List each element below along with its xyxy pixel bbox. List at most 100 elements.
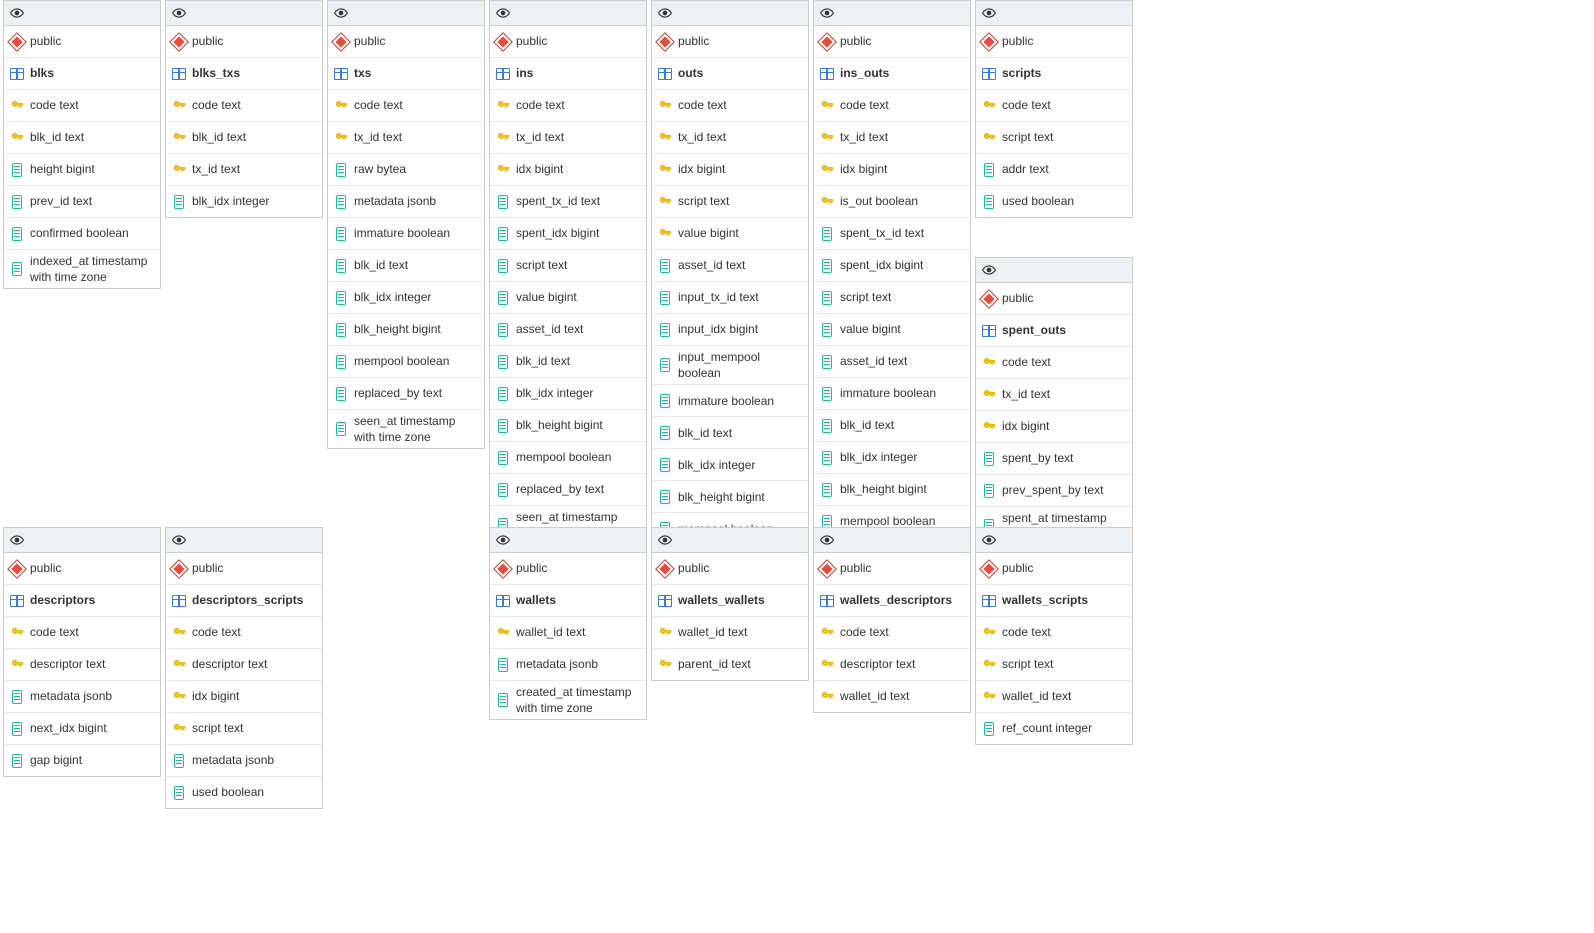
schema-row[interactable]: public (328, 26, 484, 58)
schema-row[interactable]: public (814, 553, 970, 585)
column-row[interactable]: asset_id text (652, 250, 808, 282)
column-row[interactable]: parent_id text (652, 649, 808, 680)
column-row[interactable]: idx bigint (814, 154, 970, 186)
table-blks[interactable]: publicblkscode textblk_id textheight big… (3, 0, 161, 289)
column-row[interactable]: blk_id text (490, 346, 646, 378)
table-name-row[interactable]: descriptors (4, 585, 160, 617)
column-row[interactable]: spent_idx bigint (490, 218, 646, 250)
column-row[interactable]: blk_idx integer (814, 442, 970, 474)
column-row[interactable]: code text (490, 90, 646, 122)
column-row[interactable]: blk_id text (166, 122, 322, 154)
column-row[interactable]: blk_id text (652, 417, 808, 449)
table-ins_outs[interactable]: publicins_outscode texttx_id textidx big… (813, 0, 971, 609)
column-row[interactable]: mempool boolean (328, 346, 484, 378)
table-header[interactable] (814, 528, 970, 553)
table-header[interactable] (652, 1, 808, 26)
table-wallets_descriptors[interactable]: publicwallets_descriptorscode textdescri… (813, 527, 971, 713)
table-header[interactable] (328, 1, 484, 26)
schema-row[interactable]: public (976, 553, 1132, 585)
column-row[interactable]: height bigint (4, 154, 160, 186)
table-header[interactable] (4, 528, 160, 553)
table-name-row[interactable]: outs (652, 58, 808, 90)
column-row[interactable]: blk_height bigint (328, 314, 484, 346)
column-row[interactable]: prev_spent_by text (976, 475, 1132, 507)
table-name-row[interactable]: txs (328, 58, 484, 90)
table-descriptors_scripts[interactable]: publicdescriptors_scriptscode textdescri… (165, 527, 323, 809)
table-name-row[interactable]: spent_outs (976, 315, 1132, 347)
column-row[interactable]: code text (4, 617, 160, 649)
column-row[interactable]: replaced_by text (490, 474, 646, 506)
table-name-row[interactable]: blks_txs (166, 58, 322, 90)
column-row[interactable]: created_at timestamp with time zone (490, 681, 646, 719)
table-name-row[interactable]: wallets_scripts (976, 585, 1132, 617)
column-row[interactable]: next_idx bigint (4, 713, 160, 745)
column-row[interactable]: input_idx bigint (652, 314, 808, 346)
table-outs[interactable]: publicoutscode texttx_id textidx bigints… (651, 0, 809, 617)
table-header[interactable] (4, 1, 160, 26)
table-blks_txs[interactable]: publicblks_txscode textblk_id texttx_id … (165, 0, 323, 218)
column-row[interactable]: code text (976, 90, 1132, 122)
column-row[interactable]: code text (976, 347, 1132, 379)
table-name-row[interactable]: scripts (976, 58, 1132, 90)
column-row[interactable]: raw bytea (328, 154, 484, 186)
column-row[interactable]: blk_id text (814, 410, 970, 442)
table-spent_outs[interactable]: publicspent_outscode texttx_id textidx b… (975, 257, 1133, 546)
column-row[interactable]: value bigint (814, 314, 970, 346)
column-row[interactable]: metadata jsonb (490, 649, 646, 681)
column-row[interactable]: idx bigint (166, 681, 322, 713)
column-row[interactable]: spent_by text (976, 443, 1132, 475)
schema-row[interactable]: public (4, 553, 160, 585)
column-row[interactable]: script text (976, 122, 1132, 154)
table-header[interactable] (652, 528, 808, 553)
column-row[interactable]: mempool boolean (490, 442, 646, 474)
table-txs[interactable]: publictxscode texttx_id textraw byteamet… (327, 0, 485, 449)
schema-row[interactable]: public (166, 553, 322, 585)
column-row[interactable]: input_mempool boolean (652, 346, 808, 385)
column-row[interactable]: blk_height bigint (652, 481, 808, 513)
column-row[interactable]: asset_id text (490, 314, 646, 346)
column-row[interactable]: metadata jsonb (4, 681, 160, 713)
schema-row[interactable]: public (166, 26, 322, 58)
column-row[interactable]: code text (166, 90, 322, 122)
column-row[interactable]: metadata jsonb (166, 745, 322, 777)
column-row[interactable]: descriptor text (4, 649, 160, 681)
schema-row[interactable]: public (490, 26, 646, 58)
table-name-row[interactable]: wallets_wallets (652, 585, 808, 617)
column-row[interactable]: idx bigint (652, 154, 808, 186)
table-header[interactable] (490, 1, 646, 26)
column-row[interactable]: descriptor text (166, 649, 322, 681)
column-row[interactable]: value bigint (652, 218, 808, 250)
column-row[interactable]: code text (814, 617, 970, 649)
column-row[interactable]: idx bigint (490, 154, 646, 186)
column-row[interactable]: spent_tx_id text (814, 218, 970, 250)
column-row[interactable]: value bigint (490, 282, 646, 314)
column-row[interactable]: tx_id text (652, 122, 808, 154)
column-row[interactable]: confirmed boolean (4, 218, 160, 250)
table-wallets_wallets[interactable]: publicwallets_walletswallet_id textparen… (651, 527, 809, 681)
schema-row[interactable]: public (814, 26, 970, 58)
column-row[interactable]: seen_at timestamp with time zone (328, 410, 484, 448)
column-row[interactable]: metadata jsonb (328, 186, 484, 218)
column-row[interactable]: ref_count integer (976, 713, 1132, 744)
column-row[interactable]: wallet_id text (490, 617, 646, 649)
column-row[interactable]: wallet_id text (976, 681, 1132, 713)
table-header[interactable] (976, 258, 1132, 283)
table-header[interactable] (490, 528, 646, 553)
column-row[interactable]: gap bigint (4, 745, 160, 776)
table-name-row[interactable]: ins (490, 58, 646, 90)
table-name-row[interactable]: ins_outs (814, 58, 970, 90)
column-row[interactable]: spent_tx_id text (490, 186, 646, 218)
column-row[interactable]: addr text (976, 154, 1132, 186)
column-row[interactable]: code text (4, 90, 160, 122)
schema-row[interactable]: public (976, 283, 1132, 315)
table-header[interactable] (166, 528, 322, 553)
column-row[interactable]: indexed_at timestamp with time zone (4, 250, 160, 288)
column-row[interactable]: script text (814, 282, 970, 314)
column-row[interactable]: wallet_id text (652, 617, 808, 649)
table-scripts[interactable]: publicscriptscode textscript textaddr te… (975, 0, 1133, 218)
column-row[interactable]: tx_id text (490, 122, 646, 154)
column-row[interactable]: blk_idx integer (652, 449, 808, 481)
table-name-row[interactable]: wallets_descriptors (814, 585, 970, 617)
column-row[interactable]: blk_height bigint (814, 474, 970, 506)
table-header[interactable] (976, 1, 1132, 26)
